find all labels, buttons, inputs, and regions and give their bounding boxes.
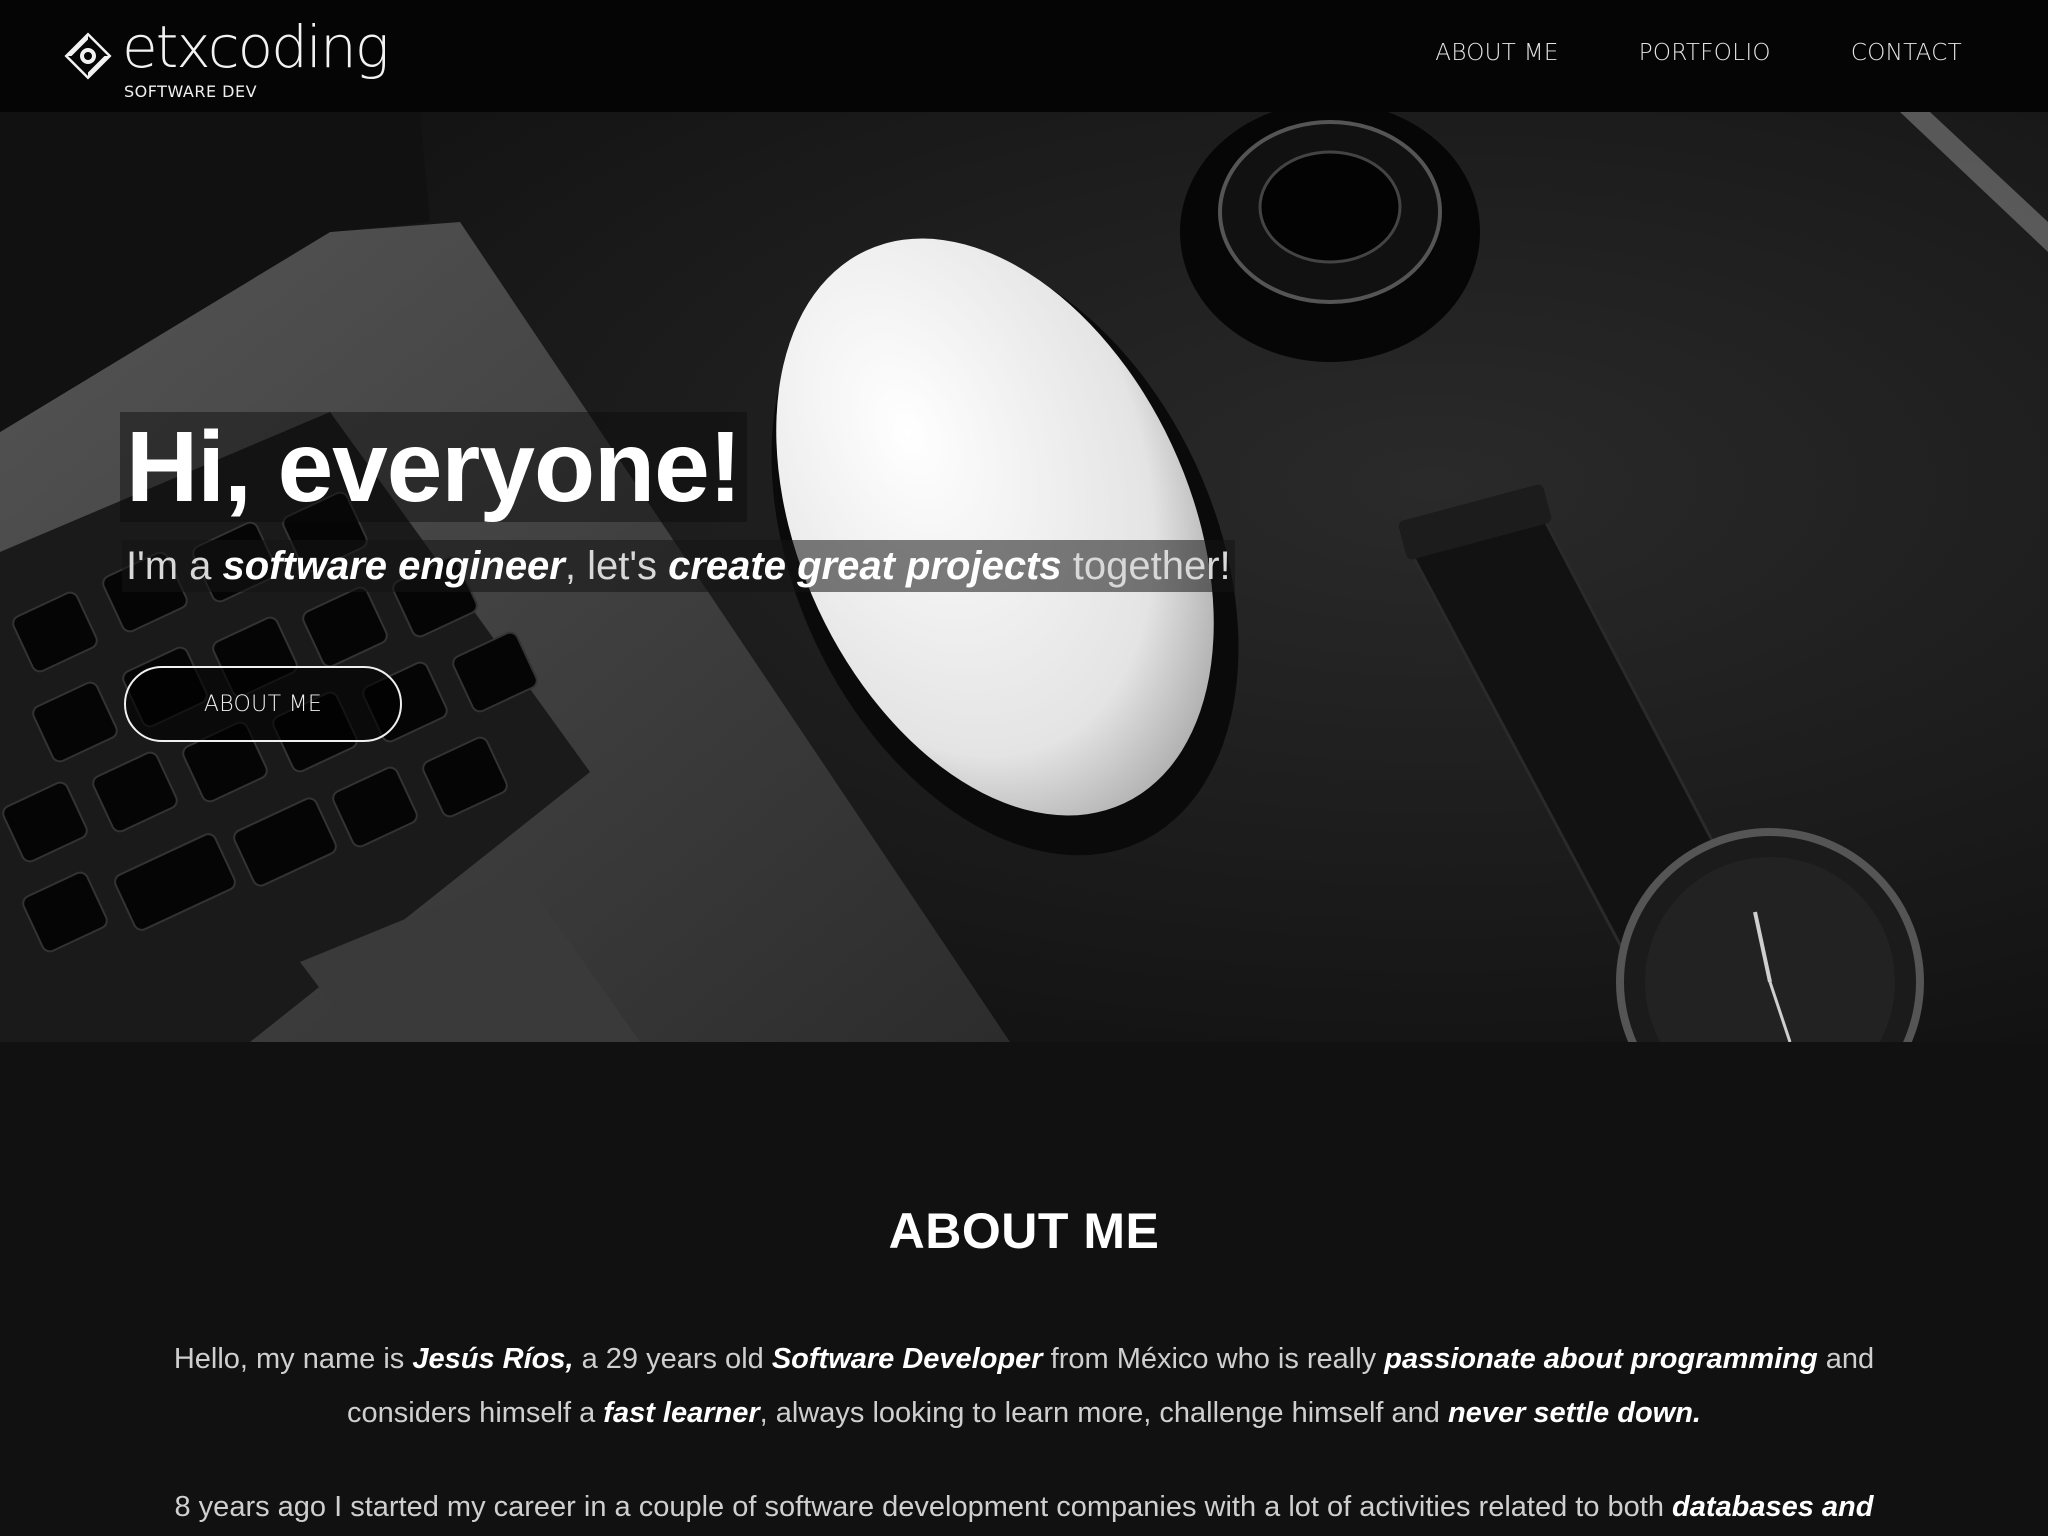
hero-about-me-button[interactable]: ABOUT ME (124, 666, 402, 742)
hero-subtitle-text-3: together! (1061, 544, 1231, 588)
nav-link-portfolio[interactable]: PORTFOLIO (1639, 40, 1771, 66)
hero-title-wrap: Hi, everyone! (120, 411, 748, 523)
hero-subtitle-emph-1: software engineer (222, 544, 565, 588)
navbar: etxcoding SOFTWARE DEV ABOUT ME PORTFOLI… (0, 0, 2048, 112)
about-p2-emph-1: databases and (1672, 1491, 1874, 1523)
brand-tagline: SOFTWARE DEV (124, 82, 258, 101)
about-p1-text-5: , always looking to learn more, challeng… (759, 1397, 1448, 1429)
main-nav: ABOUT ME PORTFOLIO CONTACT (1435, 40, 1962, 66)
about-p1-text-1: Hello, my name is (173, 1343, 413, 1375)
hero-title: Hi, everyone! (126, 411, 742, 523)
hero-subtitle-text-1: I'm a (126, 544, 223, 588)
about-p1-text-3: from México who is really (1042, 1343, 1385, 1375)
hero-subtitle-emph-2: create great projects (668, 544, 1062, 588)
about-p1-emph-1: Jesús Ríos, (412, 1343, 574, 1375)
brand-name: etxcoding (122, 13, 390, 81)
about-p1-text-2: a 29 years old (573, 1343, 772, 1375)
about-p1-emph-2: Software Developer (771, 1343, 1043, 1375)
hero-subtitle: I'm a software engineer, let's create gr… (122, 540, 1235, 592)
diamond-eye-logo-icon (64, 32, 112, 80)
hero-subtitle-text-2: , let's (564, 544, 669, 588)
about-p2-text-1: 8 years ago I started my career in a cou… (174, 1491, 1673, 1523)
about-title: ABOUT ME (888, 1203, 1160, 1259)
about-p1-emph-5: never settle down. (1447, 1397, 1701, 1429)
hero-section: Hi, everyone! I'm a software engineer, l… (0, 112, 2048, 1042)
about-p1-emph-3: passionate about programming (1384, 1343, 1818, 1375)
nav-link-contact[interactable]: CONTACT (1851, 40, 1962, 66)
about-paragraph-1: Hello, my name is Jesús Ríos, a 29 years… (110, 1332, 1938, 1440)
about-paragraph-2: 8 years ago I started my career in a cou… (110, 1480, 1938, 1534)
brand-logo-link[interactable]: etxcoding SOFTWARE DEV (64, 16, 390, 106)
about-section: ABOUT ME Hello, my name is Jesús Ríos, a… (0, 1042, 2048, 1536)
nav-link-about-me[interactable]: ABOUT ME (1435, 40, 1558, 66)
about-p1-emph-4: fast learner (603, 1397, 760, 1429)
